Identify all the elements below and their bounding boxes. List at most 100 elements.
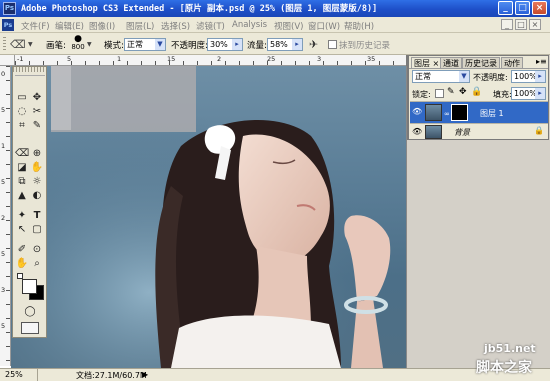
screen-mode-icon[interactable] (21, 322, 39, 334)
tab-actions[interactable]: 动作 (501, 57, 523, 68)
layer-name[interactable]: 图层 1 (480, 108, 504, 119)
menu-window[interactable]: 窗口(W) (308, 20, 340, 32)
options-grip[interactable] (3, 37, 6, 51)
menu-edit[interactable]: 编辑(E) (55, 20, 84, 32)
crop-tool-icon[interactable]: ⌗ (15, 119, 29, 132)
eraser-tool-icon[interactable]: ⌫ (10, 38, 28, 51)
document-canvas[interactable] (11, 66, 406, 368)
lock-transparency-icon[interactable] (435, 89, 444, 98)
dodge-tool-icon[interactable]: ☼ (30, 175, 44, 188)
pen-tool-icon[interactable]: ✦ (15, 209, 29, 222)
brush-tool-icon[interactable]: ✋ (30, 161, 44, 174)
blend-mode-select[interactable]: 正常 ▼ (412, 70, 470, 83)
marquee-tool-icon[interactable]: ▭ (15, 91, 29, 104)
brush-picker-arrow-icon[interactable]: ▼ (87, 41, 92, 48)
slice-tool-icon[interactable]: ✎ (30, 119, 44, 132)
type-tool-icon[interactable]: T (30, 209, 44, 222)
doc-minimize-button[interactable]: _ (501, 19, 513, 30)
erase-to-history-label: 抹到历史记录 (339, 41, 391, 51)
close-button[interactable]: × (532, 1, 547, 15)
chevron-right-icon: ▸ (292, 39, 302, 50)
ruler-mark: 3 (317, 55, 322, 63)
eye-icon[interactable]: 👁 (412, 108, 422, 116)
toolbox-divider (15, 75, 45, 82)
fill-input[interactable]: 100% ▸ (511, 87, 546, 100)
fill-value: 100% (514, 89, 537, 98)
brush-picker[interactable]: ● 800 (70, 35, 86, 53)
menu-layer[interactable]: 图层(L) (126, 20, 154, 32)
lock-position-icon[interactable]: ✥ (459, 87, 467, 97)
vertical-ruler[interactable]: 0 5 1 5 2 5 3 5 (0, 66, 11, 366)
ruler-mark: 35 (367, 55, 376, 63)
tab-channels[interactable]: 通道 (440, 57, 462, 68)
burn-tool-icon[interactable]: ◐ (30, 189, 44, 202)
title-bar: Ps Adobe Photoshop CS3 Extended - [原片 副本… (0, 0, 550, 17)
chevron-down-icon: ▼ (155, 39, 165, 50)
toolbox-grip[interactable] (13, 67, 46, 72)
doc-restore-button[interactable]: □ (515, 19, 527, 30)
status-divider (37, 369, 38, 381)
lock-label: 锁定: (412, 90, 431, 99)
minimize-button[interactable]: _ (498, 1, 513, 15)
menu-filter[interactable]: 滤镜(T) (196, 20, 225, 32)
status-bar: 25% 文档:27.1M/60.7M ▶ (0, 368, 550, 381)
opacity-input[interactable]: 30% ▸ (207, 38, 243, 51)
watermark-site: jb51.net (484, 342, 536, 355)
status-menu-arrow-icon[interactable]: ▶ (142, 370, 148, 379)
menu-view[interactable]: 视图(V) (274, 20, 303, 32)
zoom-tool-icon[interactable]: ⌕ (30, 257, 44, 270)
opacity-value: 30% (210, 40, 228, 49)
foreground-color-front[interactable] (22, 279, 37, 294)
menu-select[interactable]: 选择(S) (161, 20, 190, 32)
flow-input[interactable]: 58% ▸ (267, 38, 303, 51)
lock-all-icon[interactable]: 🔒 (471, 87, 482, 97)
mode-select[interactable]: 正常 ▼ (124, 38, 166, 51)
document-icon[interactable]: Ps (2, 19, 14, 31)
layer-row-layer1[interactable]: 👁 ∞ 图层 1 (410, 101, 548, 123)
zoom-level[interactable]: 25% (5, 370, 23, 379)
shape-tool-icon[interactable]: ▢ (30, 223, 44, 236)
path-selection-tool-icon[interactable]: ↖ (15, 223, 29, 236)
healing-tool-icon[interactable]: ⊕ (30, 147, 44, 160)
hand-tool-icon[interactable]: ✋ (15, 257, 29, 270)
scrollbar-track[interactable] (406, 66, 407, 368)
magic-wand-tool-icon[interactable]: ✂ (30, 105, 44, 118)
eye-icon[interactable]: 👁 (412, 128, 422, 136)
blur-tool-icon[interactable]: ▲ (15, 189, 29, 202)
tab-history[interactable]: 历史记录 (462, 57, 500, 68)
menu-analysis[interactable]: Analysis (232, 20, 267, 30)
layer-name[interactable]: 背景 (454, 127, 470, 138)
tool-preset-arrow-icon[interactable]: ▼ (28, 41, 33, 48)
lasso-tool-icon[interactable]: ◌ (15, 105, 29, 118)
chevron-right-icon: ▸ (535, 88, 545, 99)
lock-pixels-icon[interactable]: ✎ (447, 87, 455, 97)
chain-link-icon[interactable]: ∞ (444, 110, 450, 118)
menu-file[interactable]: 文件(F) (21, 20, 50, 32)
horizontal-ruler[interactable]: -1 5 1 15 2 25 3 35 (15, 55, 406, 66)
gradient-tool-icon[interactable]: ◪ (15, 161, 29, 174)
menu-help[interactable]: 帮助(H) (344, 20, 374, 32)
notes-tool-icon[interactable]: ✐ (15, 243, 29, 256)
menu-image[interactable]: 图像(I) (89, 20, 115, 32)
ruler-mark: 2 (1, 214, 6, 222)
ruler-mark: 15 (167, 55, 176, 63)
eraser-tool-icon[interactable]: ⌫ (15, 147, 29, 160)
panel-menu-icon[interactable]: ▸≡ (536, 57, 547, 66)
layer-opacity-input[interactable]: 100% ▸ (511, 70, 546, 83)
move-tool-icon[interactable]: ✥ (30, 91, 44, 104)
eyedropper-tool-icon[interactable]: ⊙ (30, 243, 44, 256)
airbrush-icon[interactable]: ✈ (309, 37, 325, 52)
tab-layers[interactable]: 图层 × (411, 57, 443, 68)
quick-mask-icon[interactable]: ◯ (23, 305, 37, 318)
layer-row-background[interactable]: 👁 背景 🔒 (410, 123, 548, 140)
layer-mask-thumbnail[interactable] (451, 104, 468, 121)
erase-to-history-checkbox[interactable] (328, 40, 337, 49)
mode-value: 正常 (127, 40, 143, 49)
ruler-mark: 25 (267, 55, 276, 63)
stamp-tool-icon[interactable]: ⧉ (15, 175, 29, 188)
maximize-button[interactable]: □ (515, 1, 530, 15)
photoshop-app-icon[interactable]: Ps (3, 2, 16, 15)
doc-close-button[interactable]: × (529, 19, 541, 30)
ruler-mark: 5 (1, 322, 6, 330)
ruler-origin[interactable] (0, 55, 15, 66)
